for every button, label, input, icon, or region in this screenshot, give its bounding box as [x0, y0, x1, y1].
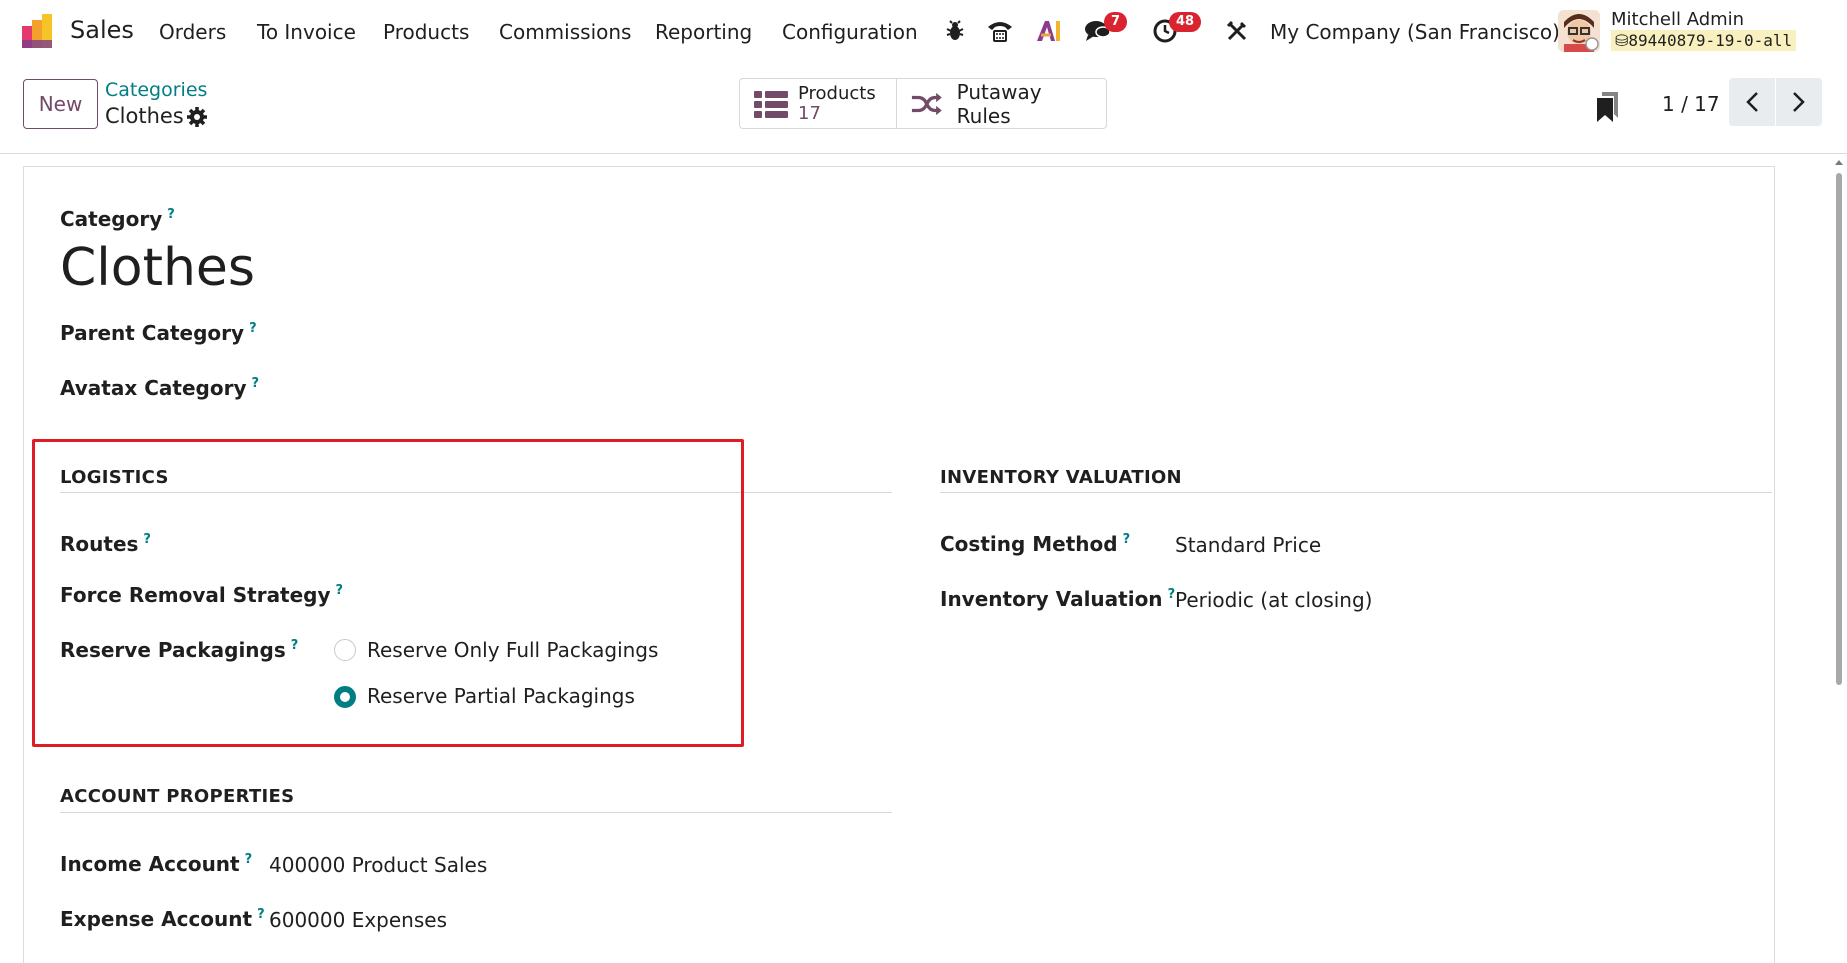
list-icon [754, 90, 788, 118]
scrollbar-thumb[interactable] [1836, 173, 1842, 685]
messages-badge: 7 [1104, 12, 1128, 32]
inventory-valuation-label: Inventory Valuation? [940, 587, 1175, 611]
tools-icon[interactable] [1222, 16, 1252, 46]
category-label: Category? [60, 207, 175, 231]
pager-value[interactable]: 1 / 17 [1662, 92, 1720, 116]
category-label-text: Category [60, 207, 163, 231]
income-account-label-text: Income Account [60, 852, 240, 876]
gear-icon[interactable] [186, 106, 208, 128]
bug-icon[interactable] [940, 16, 970, 46]
costing-method-label-text: Costing Method [940, 532, 1118, 556]
costing-method-value[interactable]: Standard Price [1175, 533, 1321, 557]
putaway-rules-smart-button[interactable]: Putaway Rules [896, 79, 1106, 128]
scroll-up-arrow-icon[interactable] [1834, 157, 1844, 167]
menu-configuration[interactable]: Configuration [782, 20, 918, 44]
inventory-valuation-heading: INVENTORY VALUATION [940, 467, 1182, 488]
category-name-field[interactable]: Clothes [60, 238, 255, 298]
new-button[interactable]: New [23, 79, 98, 129]
products-smart-count: 17 [798, 102, 821, 124]
scrollbar[interactable] [1834, 155, 1844, 963]
help-mark[interactable]: ? [1123, 532, 1131, 547]
help-mark[interactable]: ? [167, 207, 175, 222]
activities-badge: 48 [1169, 12, 1202, 32]
breadcrumb-categories[interactable]: Categories [105, 79, 207, 101]
help-mark[interactable]: ? [249, 321, 257, 336]
user-name[interactable]: Mitchell Admin [1611, 9, 1744, 30]
parent-category-label-text: Parent Category [60, 321, 245, 345]
help-mark[interactable]: ? [1168, 587, 1176, 602]
app-name[interactable]: Sales [70, 16, 134, 44]
avatax-category-label-text: Avatax Category [60, 376, 247, 400]
shuffle-icon [911, 92, 942, 115]
menu-commissions[interactable]: Commissions [499, 20, 631, 44]
costing-method-label: Costing Method? [940, 532, 1130, 556]
expense-account-label-text: Expense Account [60, 907, 253, 931]
putaway-rules-label: Putaway Rules [956, 79, 1042, 128]
section-divider [940, 492, 1772, 493]
inventory-valuation-label-text: Inventory Valuation [940, 587, 1163, 611]
parent-category-label: Parent Category? [60, 321, 257, 345]
phone-icon[interactable] [985, 16, 1015, 46]
sales-app-logo-icon[interactable] [22, 14, 56, 48]
help-mark[interactable]: ? [257, 907, 265, 922]
help-mark[interactable]: ? [251, 376, 259, 391]
database-name-text: 89440879-19-0-all [1628, 31, 1793, 50]
highlight-annotation [32, 439, 744, 747]
ai-icon[interactable] [1034, 16, 1064, 46]
database-name: ⛁89440879-19-0-all [1611, 30, 1797, 51]
menu-reporting[interactable]: Reporting [655, 20, 752, 44]
expense-account-value[interactable]: 600000 Expenses [269, 908, 447, 932]
company-switcher[interactable]: My Company (San Francisco) [1270, 20, 1560, 44]
smart-buttons: Products 17 Putaway Rules [739, 78, 1107, 129]
pager-next-button[interactable] [1776, 78, 1822, 126]
account-properties-heading: ACCOUNT PROPERTIES [60, 786, 295, 807]
inventory-valuation-value[interactable]: Periodic (at closing) [1175, 588, 1372, 612]
menu-to-invoice[interactable]: To Invoice [257, 20, 356, 44]
menu-orders[interactable]: Orders [159, 20, 226, 44]
menu-products[interactable]: Products [383, 20, 469, 44]
help-mark[interactable]: ? [245, 852, 253, 867]
chevron-right-icon [1793, 92, 1805, 112]
top-navbar: Sales Orders To Invoice Products Commiss… [0, 0, 1847, 64]
income-account-value[interactable]: 400000 Product Sales [269, 853, 487, 877]
income-account-label: Income Account? [60, 852, 252, 876]
chevron-left-icon [1746, 92, 1758, 112]
products-smart-button[interactable]: Products 17 [740, 79, 896, 128]
bookmark-icon[interactable] [1596, 92, 1618, 122]
products-smart-label: Products [798, 82, 876, 104]
expense-account-label: Expense Account? [60, 907, 265, 931]
avatax-category-label: Avatax Category? [60, 376, 259, 400]
section-divider [60, 812, 892, 813]
control-panel: New Categories Clothes Products 17 Putaw… [0, 64, 1847, 154]
avatar[interactable] [1558, 10, 1600, 52]
breadcrumb-current: Clothes [105, 104, 184, 128]
pager-previous-button[interactable] [1729, 78, 1775, 126]
